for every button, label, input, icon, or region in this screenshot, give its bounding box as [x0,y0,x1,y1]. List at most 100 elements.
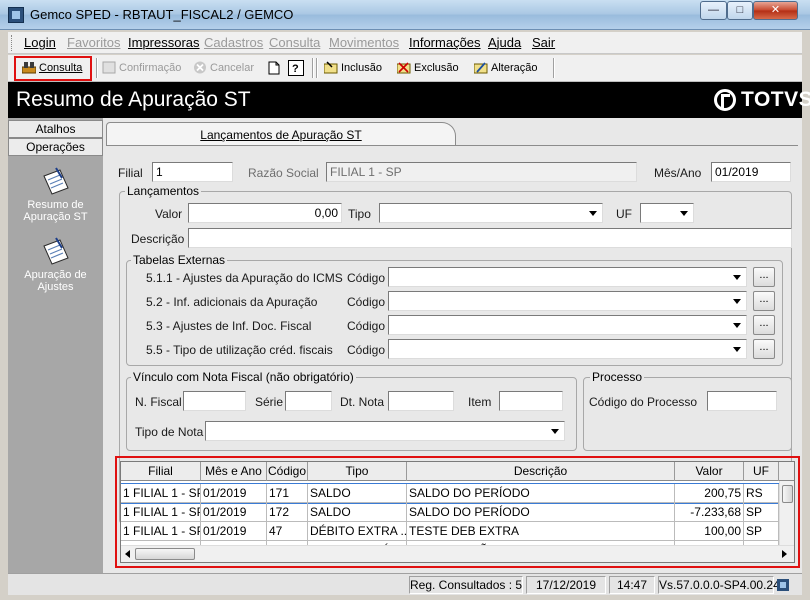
tabela-55-select[interactable] [388,339,747,359]
item-input[interactable] [499,391,563,411]
close-button[interactable]: ✕ [753,1,798,20]
chevron-down-icon[interactable] [729,269,745,285]
chevron-down-icon[interactable] [729,293,745,309]
maximize-button[interactable]: □ [727,1,753,20]
tabela-511-lookup-button[interactable]: ... [753,267,775,287]
alteracao-button[interactable]: Alteração [473,57,537,79]
column-header-filial[interactable]: Filial [121,462,201,481]
chevron-down-icon[interactable] [585,205,601,221]
menu-movimentos[interactable]: Movimentos [329,35,399,50]
scroll-right-icon[interactable] [782,550,787,558]
chevron-down-icon[interactable] [729,317,745,333]
chevron-down-icon[interactable] [547,423,563,439]
column-header-uf[interactable]: UF [744,462,779,481]
help-icon[interactable]: ? [288,60,304,76]
column-header-tipo[interactable]: Tipo [308,462,407,481]
menu-impressoras[interactable]: Impressoras [128,35,200,50]
menu-consulta[interactable]: Consulta [269,35,320,50]
page-title: Resumo de Apuração ST [16,88,251,111]
document-checklist-icon [42,167,69,195]
cell-uf: SP [744,503,779,522]
inclusao-button[interactable]: Inclusão [323,57,382,79]
valor-input[interactable]: 0,00 [188,203,342,223]
svg-text:?: ? [292,63,299,75]
tab-atalhos[interactable]: Atalhos [8,120,103,138]
n-fiscal-input[interactable] [183,391,246,411]
binoculars-icon [22,62,36,74]
alteracao-label: Alteração [491,62,538,74]
grid-horizontal-scrollbar[interactable] [121,545,794,562]
minimize-button[interactable]: — [700,1,727,20]
totvs-logo-icon [714,89,736,111]
scroll-left-icon[interactable] [125,550,130,558]
menu-ajuda[interactable]: Ajuda [488,35,521,50]
confirmacao-button[interactable]: Confirmação [101,57,181,79]
cell-valor: -7.233,68 [675,503,744,522]
column-header-descricao[interactable]: Descrição [407,462,675,481]
header-band: Resumo de Apuração ST TOTVS [8,82,810,118]
cell-mes-ano: 01/2019 [201,503,267,522]
menu-login[interactable]: Login [24,35,56,50]
scroll-thumb[interactable] [782,485,793,503]
sidebar-item-label-line2: Apuração ST [23,211,88,223]
serie-input[interactable] [285,391,332,411]
column-header-codigo[interactable]: Código [267,462,308,481]
table-row[interactable]: 1 FILIAL 1 - SP 01/2019 47 DÉBITO EXTRA … [121,522,779,541]
confirmacao-label: Confirmação [119,62,182,74]
title-bar: Gemco SPED - RBTAUT_FISCAL2 / GEMCO — □ … [0,0,810,30]
tabela-53-lookup-button[interactable]: ... [753,315,775,335]
sidebar-item-apuracao-ajustes[interactable]: Apuração de Ajustes [8,236,103,293]
codigo-processo-input[interactable] [707,391,777,411]
tabela-55-lookup-button[interactable]: ... [753,339,775,359]
scroll-thumb[interactable] [135,548,195,560]
cell-descricao: SALDO DO PERÍODO [407,503,675,522]
menu-informacoes[interactable]: Informações [409,35,481,50]
cancelar-button[interactable]: Cancelar [192,57,254,79]
tabela-52-select[interactable] [388,291,747,311]
status-date: 17/12/2019 [526,576,606,594]
tipo-nota-select[interactable] [205,421,565,441]
sidebar-item-resumo-apuracao-st[interactable]: Resumo de Apuração ST [8,166,103,223]
tabela-511-select[interactable] [388,267,747,287]
confirm-icon [102,61,116,74]
tabela-53-select[interactable] [388,315,747,335]
descricao-input[interactable] [188,228,792,248]
cell-mes-ano: 01/2019 [201,522,267,541]
tab-operacoes[interactable]: Operações [8,138,103,156]
menu-favoritos[interactable]: Favoritos [67,35,120,50]
chevron-down-icon[interactable] [676,205,692,221]
chevron-down-icon[interactable] [729,341,745,357]
dt-nota-input[interactable] [388,391,454,411]
consulta-label: Consulta [39,62,83,74]
tabela-52-lookup-button[interactable]: ... [753,291,775,311]
grid-vertical-scrollbar[interactable] [779,481,794,545]
razao-social-field: FILIAL 1 - SP [326,162,637,182]
table-row[interactable]: 1 FILIAL 1 - SP 01/2019 171 SALDO SALDO … [121,483,780,504]
menu-cadastros[interactable]: Cadastros [204,35,263,50]
table-row[interactable]: 1 FILIAL 1 - SP 01/2019 172 SALDO SALDO … [121,503,779,522]
uf-select[interactable] [640,203,694,223]
column-header-valor[interactable]: Valor [675,462,744,481]
cell-tipo: SALDO [308,484,407,503]
exclusao-button[interactable]: Exclusão [396,57,459,79]
tabela-55-label: 5.5 - Tipo de utilização créd. fiscais [146,343,333,357]
mes-ano-input[interactable]: 01/2019 [711,162,791,182]
cancelar-label: Cancelar [210,62,255,74]
uf-label: UF [616,207,632,221]
menu-sair[interactable]: Sair [532,35,555,50]
toolbar-separator [316,58,318,78]
cell-codigo: 172 [267,503,308,522]
tabela-53-label: 5.3 - Ajustes de Inf. Doc. Fiscal [146,319,312,333]
tipo-select[interactable] [379,203,603,223]
processo-group [583,377,792,451]
resize-grip-icon[interactable] [776,578,790,592]
cell-mes-ano: 01/2019 [201,484,267,503]
sidebar-item-label-line1: Apuração de [24,269,87,281]
tab-lancamentos-apuracao-st[interactable]: Lançamentos de Apuração ST [106,122,456,146]
new-document-icon[interactable] [268,61,280,75]
tabela-53-codigo-label: Código [347,319,386,333]
filial-input[interactable]: 1 [152,162,233,182]
column-header-mes-ano[interactable]: Mês e Ano [201,462,267,481]
n-fiscal-label: N. Fiscal [135,395,182,409]
consulta-button[interactable]: Consulta [21,57,82,79]
